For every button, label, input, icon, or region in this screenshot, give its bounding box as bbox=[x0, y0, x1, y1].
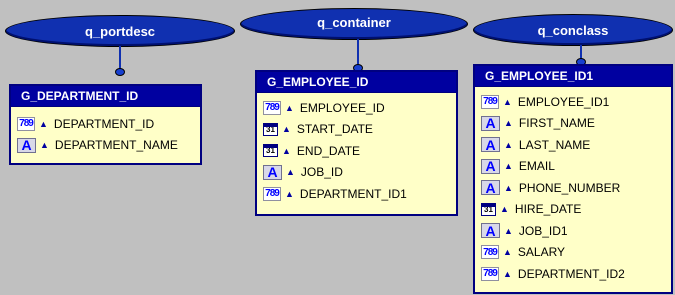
group-header[interactable]: G_DEPARTMENT_ID bbox=[11, 86, 200, 107]
column-item[interactable]: A ▲ LAST_NAME bbox=[475, 134, 671, 156]
column-item[interactable]: 789 ▲ DEPARTMENT_ID2 bbox=[475, 263, 671, 285]
calendar-icon: 31 bbox=[263, 144, 278, 158]
arrow-up-icon: ▲ bbox=[285, 102, 294, 113]
text-icon: A bbox=[481, 137, 500, 153]
query-q-container[interactable]: q_container bbox=[240, 8, 468, 40]
calendar-icon: 31 bbox=[263, 122, 278, 136]
number-icon: 789 bbox=[481, 245, 499, 260]
arrow-up-icon: ▲ bbox=[504, 225, 513, 236]
column-name: JOB_ID1 bbox=[518, 223, 568, 238]
column-item[interactable]: 31 ▲ HIRE_DATE bbox=[475, 199, 671, 221]
column-item[interactable]: 789 ▲ EMPLOYEE_ID1 bbox=[475, 91, 671, 113]
column-item[interactable]: A ▲ FIRST_NAME bbox=[475, 113, 671, 135]
group-header[interactable]: G_EMPLOYEE_ID bbox=[257, 72, 456, 93]
query-q-conclass[interactable]: q_conclass bbox=[473, 14, 673, 46]
text-icon: A bbox=[263, 164, 282, 180]
query-label: q_container bbox=[317, 14, 391, 30]
column-item[interactable]: 789 ▲ DEPARTMENT_ID1 bbox=[257, 183, 456, 205]
arrow-up-icon: ▲ bbox=[282, 124, 291, 135]
column-item[interactable]: A ▲ EMAIL bbox=[475, 156, 671, 178]
column-name: DEPARTMENT_ID2 bbox=[517, 266, 625, 281]
column-name: DEPARTMENT_NAME bbox=[54, 138, 178, 153]
query-q-portdesc[interactable]: q_portdesc bbox=[5, 15, 235, 47]
column-item[interactable]: A ▲ DEPARTMENT_NAME bbox=[11, 135, 200, 157]
arrow-up-icon: ▲ bbox=[504, 139, 513, 150]
column-name: END_DATE bbox=[296, 143, 361, 158]
arrow-up-icon: ▲ bbox=[503, 268, 512, 279]
text-icon: A bbox=[481, 180, 500, 196]
column-name: DEPARTMENT_ID bbox=[53, 116, 155, 131]
calendar-icon: 31 bbox=[481, 202, 496, 216]
column-item[interactable]: 789 ▲ EMPLOYEE_ID bbox=[257, 97, 456, 119]
group-header[interactable]: G_EMPLOYEE_ID1 bbox=[475, 66, 671, 87]
column-name: DEPARTMENT_ID1 bbox=[299, 186, 407, 201]
column-item[interactable]: A ▲ JOB_ID bbox=[257, 162, 456, 184]
number-icon: 789 bbox=[263, 100, 281, 115]
column-name: EMPLOYEE_ID1 bbox=[517, 94, 610, 109]
query-label: q_portdesc bbox=[84, 23, 156, 39]
column-item[interactable]: A ▲ JOB_ID1 bbox=[475, 220, 671, 242]
column-name: EMPLOYEE_ID bbox=[299, 100, 385, 115]
column-item[interactable]: A ▲ PHONE_NUMBER bbox=[475, 177, 671, 199]
arrow-up-icon: ▲ bbox=[285, 188, 294, 199]
arrow-up-icon: ▲ bbox=[504, 182, 513, 193]
column-name: HIRE_DATE bbox=[514, 202, 582, 217]
arrow-up-icon: ▲ bbox=[39, 118, 48, 129]
column-name: START_DATE bbox=[296, 122, 373, 137]
data-group-g-employee-id1[interactable]: G_EMPLOYEE_ID1 789 ▲ EMPLOYEE_ID1 A ▲ FI… bbox=[473, 64, 673, 294]
column-name: EMAIL bbox=[518, 159, 555, 174]
column-name: JOB_ID bbox=[300, 165, 343, 180]
arrow-up-icon: ▲ bbox=[286, 167, 295, 178]
arrow-up-icon: ▲ bbox=[282, 145, 291, 156]
connector-handle[interactable] bbox=[115, 68, 125, 76]
column-item[interactable]: 31 ▲ START_DATE bbox=[257, 119, 456, 141]
text-icon: A bbox=[481, 158, 500, 174]
text-icon: A bbox=[481, 115, 500, 131]
text-icon: A bbox=[17, 137, 36, 153]
column-name: LAST_NAME bbox=[518, 137, 591, 152]
query-label: q_conclass bbox=[537, 22, 609, 38]
column-item[interactable]: 789 ▲ DEPARTMENT_ID bbox=[11, 113, 200, 135]
number-icon: 789 bbox=[481, 94, 499, 109]
number-icon: 789 bbox=[481, 266, 499, 281]
data-group-g-employee-id[interactable]: G_EMPLOYEE_ID 789 ▲ EMPLOYEE_ID 31 ▲ STA… bbox=[255, 70, 458, 216]
text-icon: A bbox=[481, 223, 500, 239]
column-item[interactable]: 789 ▲ SALARY bbox=[475, 242, 671, 264]
number-icon: 789 bbox=[17, 116, 35, 131]
arrow-up-icon: ▲ bbox=[40, 140, 49, 151]
column-name: PHONE_NUMBER bbox=[518, 180, 621, 195]
column-name: SALARY bbox=[517, 245, 566, 260]
arrow-up-icon: ▲ bbox=[503, 247, 512, 258]
arrow-up-icon: ▲ bbox=[500, 204, 509, 215]
number-icon: 789 bbox=[263, 186, 281, 201]
arrow-up-icon: ▲ bbox=[504, 161, 513, 172]
data-group-g-department-id[interactable]: G_DEPARTMENT_ID 789 ▲ DEPARTMENT_ID A ▲ … bbox=[9, 84, 202, 165]
column-name: FIRST_NAME bbox=[518, 116, 595, 131]
arrow-up-icon: ▲ bbox=[504, 118, 513, 129]
arrow-up-icon: ▲ bbox=[503, 96, 512, 107]
column-item[interactable]: 31 ▲ END_DATE bbox=[257, 140, 456, 162]
